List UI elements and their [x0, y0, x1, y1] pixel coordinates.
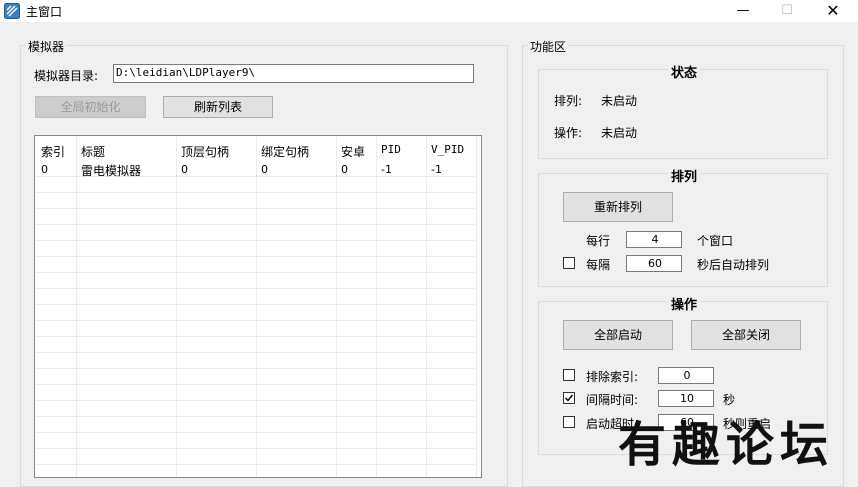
column-header-index[interactable]: 索引 — [41, 143, 65, 160]
refresh-list-button[interactable]: 刷新列表 — [163, 96, 273, 118]
exclude-index-checkbox[interactable] — [563, 369, 575, 381]
status-operate-label: 操作: — [554, 126, 583, 140]
row-divider — [35, 448, 475, 449]
interval-time-unit: 秒 — [723, 393, 736, 407]
table-cell-top-handle[interactable]: 0 — [181, 163, 188, 176]
column-header-pid[interactable]: PID — [381, 143, 401, 156]
emulator-list[interactable]: 索引 标题 顶层句柄 绑定句柄 安卓 PID V_PID 0 雷电模拟器 0 0… — [34, 135, 482, 478]
column-header-top-handle[interactable]: 顶层句柄 — [181, 143, 229, 160]
global-init-button[interactable]: 全局初始化 — [35, 96, 146, 118]
row-divider — [35, 464, 475, 465]
status-title: 状态 — [668, 62, 701, 81]
watermark-char: 趣 — [672, 417, 721, 473]
row-divider — [35, 224, 475, 225]
column-divider — [176, 136, 177, 477]
close-all-button[interactable]: 全部关闭 — [691, 320, 801, 350]
emulator-dir-label: 模拟器目录: — [34, 69, 99, 83]
row-divider — [35, 432, 475, 433]
auto-arrange-checkbox[interactable] — [563, 257, 575, 269]
row-divider — [35, 416, 475, 417]
row-divider — [35, 240, 475, 241]
column-divider — [76, 136, 77, 477]
table-cell-title[interactable]: 雷电模拟器 — [81, 162, 141, 179]
row-divider — [35, 256, 475, 257]
row-divider — [35, 272, 475, 273]
column-divider — [426, 136, 427, 477]
status-arrange-label: 排列: — [554, 94, 583, 108]
column-header-android[interactable]: 安卓 — [341, 143, 365, 160]
row-divider — [35, 336, 475, 337]
interval-input[interactable]: 60 — [626, 255, 682, 272]
status-group — [538, 69, 828, 159]
watermark-char: 坛 — [780, 417, 829, 473]
status-arrange-value: 未启动 — [601, 94, 638, 108]
row-divider — [35, 400, 475, 401]
table-cell-pid[interactable]: -1 — [381, 163, 392, 176]
row-divider — [35, 192, 475, 193]
arrange-title: 排列 — [668, 166, 701, 185]
window-title: 主窗口 — [26, 5, 63, 19]
close-button[interactable]: ✕ — [810, 0, 856, 22]
interval-time-input[interactable]: 10 — [658, 390, 714, 407]
table-cell-bind-handle[interactable]: 0 — [261, 163, 268, 176]
per-row-unit: 个窗口 — [697, 234, 734, 248]
column-header-title[interactable]: 标题 — [81, 143, 105, 160]
column-header-bind-handle[interactable]: 绑定句柄 — [261, 143, 309, 160]
per-row-input[interactable]: 4 — [626, 231, 682, 248]
per-row-label: 每行 — [586, 234, 611, 248]
emulator-dir-input[interactable]: D:\leidian\LDPlayer9\ — [113, 64, 474, 83]
app-icon — [4, 3, 20, 19]
operation-title: 操作 — [668, 294, 701, 313]
exclude-index-input[interactable]: 0 — [658, 367, 714, 384]
table-cell-android[interactable]: 0 — [341, 163, 348, 176]
rearrange-button[interactable]: 重新排列 — [563, 192, 673, 222]
arrange-group — [538, 173, 828, 287]
watermark-char: 有 — [618, 417, 667, 473]
column-divider — [376, 136, 377, 477]
row-divider — [35, 384, 475, 385]
status-operate-value: 未启动 — [601, 126, 638, 140]
interval-time-label: 间隔时间: — [586, 393, 639, 407]
watermark-char: 论 — [726, 417, 775, 473]
table-cell-index[interactable]: 0 — [41, 163, 48, 176]
function-area-label: 功能区 — [528, 38, 569, 55]
row-divider — [35, 208, 475, 209]
table-cell-vpid[interactable]: -1 — [431, 163, 442, 176]
interval-time-checkbox[interactable] — [563, 392, 575, 404]
row-divider — [35, 352, 475, 353]
column-divider — [476, 136, 477, 477]
column-divider — [336, 136, 337, 477]
minimize-button[interactable]: — — [720, 0, 766, 22]
column-header-vpid[interactable]: V_PID — [431, 143, 464, 156]
maximize-button[interactable]: ☐ — [764, 0, 810, 22]
startup-timeout-checkbox[interactable] — [563, 416, 575, 428]
column-divider — [256, 136, 257, 477]
checkmark-icon — [565, 394, 574, 402]
exclude-index-label: 排除索引: — [586, 370, 639, 384]
title-bar[interactable]: 主窗口 — ☐ ✕ — [0, 0, 858, 22]
row-divider — [35, 288, 475, 289]
row-divider — [35, 320, 475, 321]
start-all-button[interactable]: 全部启动 — [563, 320, 673, 350]
row-divider — [35, 368, 475, 369]
emulator-group-label: 模拟器 — [26, 38, 67, 55]
interval-label: 每隔 — [586, 258, 611, 272]
interval-unit: 秒后自动排列 — [697, 258, 770, 272]
row-divider — [35, 304, 475, 305]
